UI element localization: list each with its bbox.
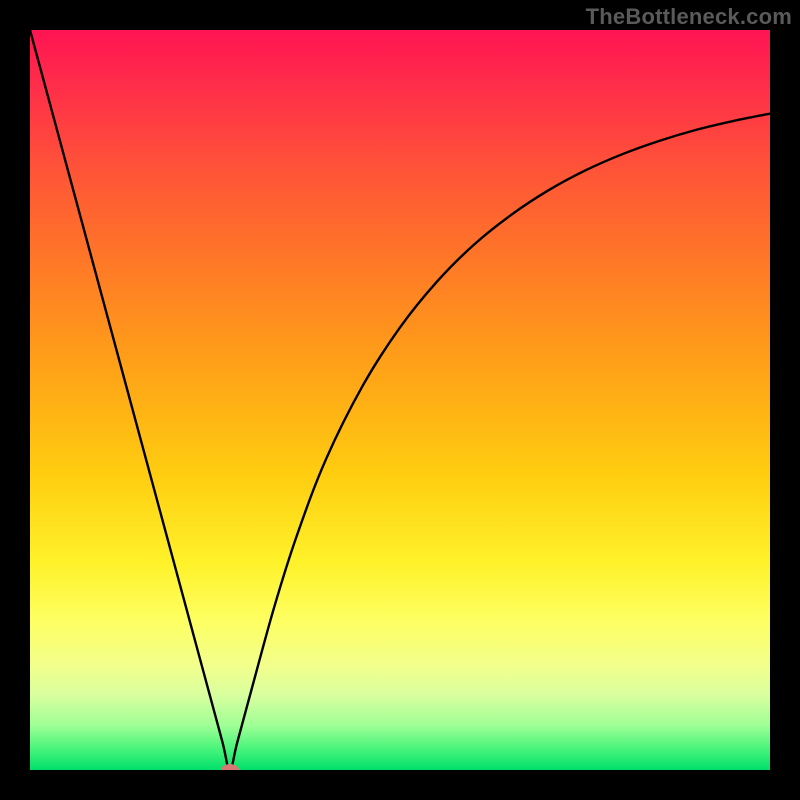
watermark-text: TheBottleneck.com xyxy=(586,4,792,30)
chart-frame: TheBottleneck.com xyxy=(0,0,800,800)
minimum-marker xyxy=(221,764,239,770)
bottleneck-curve xyxy=(30,30,770,770)
plot-area xyxy=(30,30,770,770)
curve-layer xyxy=(30,30,770,770)
